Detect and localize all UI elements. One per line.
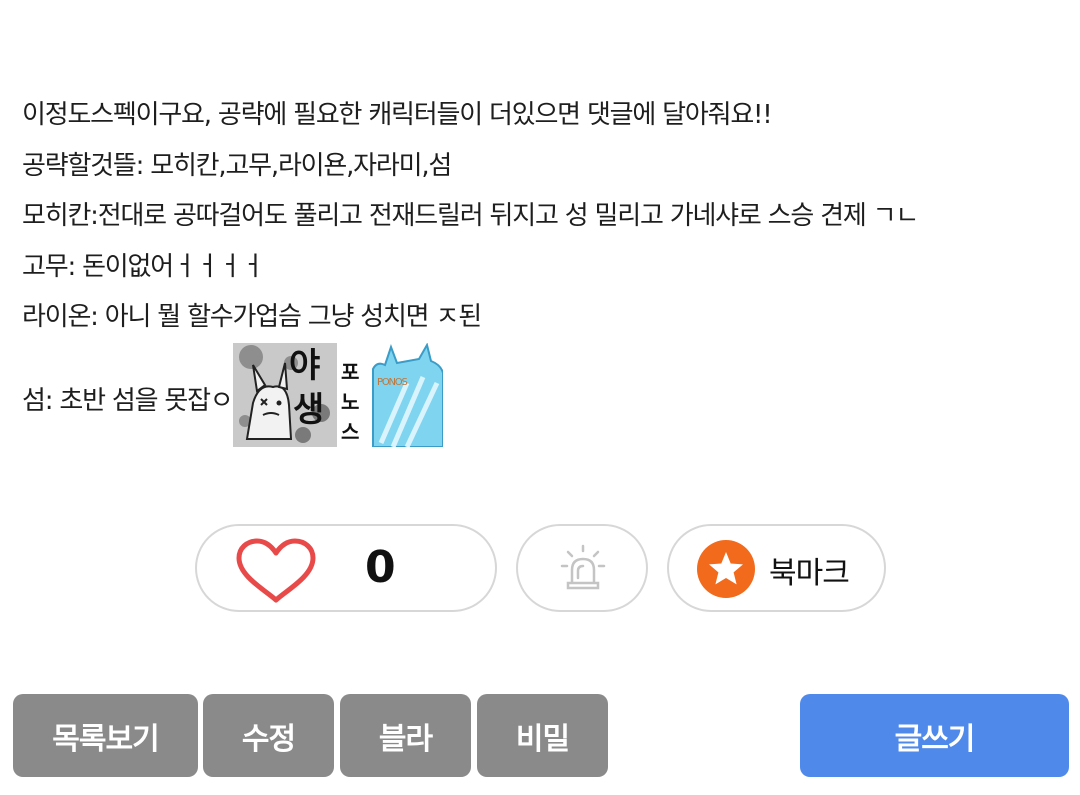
svg-text:노: 노 (341, 390, 359, 414)
post-actions: 0 북마크 (0, 524, 1080, 616)
svg-text:PONOS: PONOS (377, 377, 407, 388)
siren-icon (560, 544, 606, 594)
bookmark-label: 북마크 (769, 556, 850, 591)
list-button[interactable]: 목록보기 (13, 694, 198, 777)
post-line: 모히칸:전대로 공따걸어도 풀리고 전재드릴러 뒤지고 성 밀리고 가네샤로 스… (22, 201, 919, 231)
svg-text:생: 생 (293, 390, 323, 430)
post-line: 고무: 돈이없어ㅓㅓㅓㅓ (22, 251, 265, 282)
star-icon (697, 540, 755, 598)
edit-button[interactable]: 수정 (203, 694, 334, 777)
ponos-sticker-image: 포 노 스 PONOS (336, 342, 443, 447)
like-count: 0 (365, 542, 396, 593)
post-line: 라이온: 아니 뭘 할수가업슴 그냥 성치면 ㅈ된 (22, 302, 482, 332)
post-line-with-stickers: 섬: 초반 섬을 못잡ㅇ 야 생 포 노 스 PONOS (22, 342, 1062, 447)
blur-button[interactable]: 블라 (340, 694, 471, 777)
post-content: 이정도스펙이구요, 공략에 필요한 캐릭터들이 더있으면 댓글에 달아줘요!! … (22, 90, 1062, 447)
svg-text:스: 스 (341, 420, 359, 444)
yasaeng-sticker-image: 야 생 (232, 342, 337, 447)
post-line: 공략할것뜰: 모히칸,고무,라이욘,자라미,섬 (22, 150, 452, 181)
post-line: 섬: 초반 섬을 못잡ㅇ (22, 385, 234, 416)
svg-text:야: 야 (289, 346, 320, 386)
write-button[interactable]: 글쓰기 (800, 694, 1069, 777)
sticker-group: 야 생 포 노 스 PONOS (232, 342, 443, 447)
secret-button[interactable]: 비밀 (477, 694, 608, 777)
like-button[interactable]: 0 (195, 524, 497, 612)
report-button[interactable] (516, 524, 648, 612)
heart-icon (235, 538, 317, 608)
svg-text:포: 포 (341, 360, 359, 384)
post-line: 이정도스펙이구요, 공략에 필요한 캐릭터들이 더있으면 댓글에 달아줘요!! (22, 100, 773, 130)
bookmark-button[interactable]: 북마크 (667, 524, 886, 612)
